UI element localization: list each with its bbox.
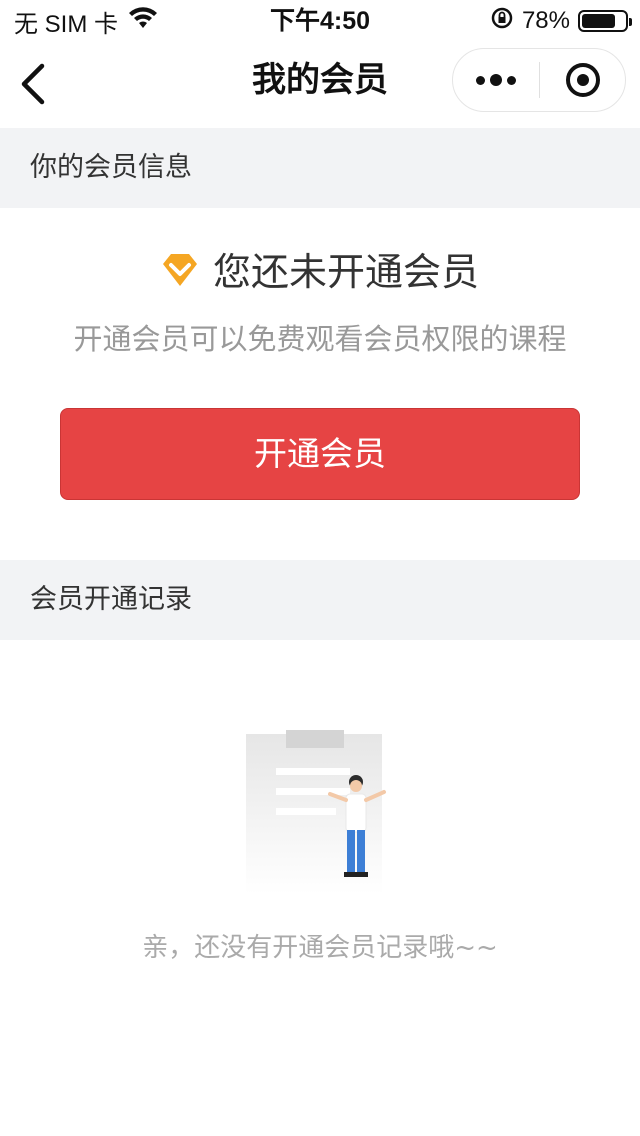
empty-clipboard-person-illustration xyxy=(230,720,410,900)
miniprogram-capsule xyxy=(452,48,626,112)
nav-bar: 我的会员 xyxy=(0,40,640,128)
close-target-icon xyxy=(565,63,600,97)
member-status: 您还未开通会员 xyxy=(0,244,640,300)
records-header: 会员开通记录 xyxy=(0,560,640,640)
more-dot-right xyxy=(507,75,516,85)
more-dot-center xyxy=(490,74,502,86)
member-status-text: 您还未开通会员 xyxy=(212,250,479,294)
member-description: 开通会员可以免费观看会员权限的课程 xyxy=(73,322,567,356)
open-membership-button[interactable]: 开通会员 xyxy=(60,408,580,500)
status-right: 78% xyxy=(490,6,632,37)
more-button[interactable] xyxy=(453,49,539,111)
close-button[interactable] xyxy=(540,49,625,111)
battery-icon xyxy=(578,10,632,32)
diamond-icon xyxy=(161,252,199,292)
status-bar: 无 SIM 卡 下午4:50 78% xyxy=(0,0,640,40)
battery-fill xyxy=(582,14,615,28)
member-info-header: 你的会员信息 xyxy=(0,128,640,208)
more-dots-icon xyxy=(476,75,485,85)
empty-records-text: 亲，还没有开通会员记录哦~~ xyxy=(142,933,498,963)
battery-percent: 78% xyxy=(521,7,570,34)
close-target-dot xyxy=(576,74,589,86)
orientation-lock-icon xyxy=(490,6,514,37)
